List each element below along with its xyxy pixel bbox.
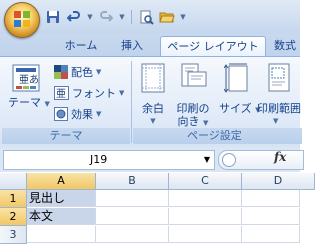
- name-box[interactable]: J19 ▼: [3, 150, 215, 170]
- svg-text:亜: 亜: [56, 89, 66, 100]
- themes-label: テーマ ▼: [8, 96, 50, 109]
- page-setup-group-label: ページ設定: [133, 128, 302, 144]
- margins-label: 余白: [142, 102, 164, 115]
- print-area-icon: [268, 63, 290, 92]
- open-folder-icon[interactable]: [158, 8, 176, 26]
- column-header-a[interactable]: A: [27, 173, 96, 190]
- row-header-1[interactable]: 1: [0, 190, 27, 208]
- select-all-button[interactable]: [0, 173, 27, 190]
- fonts-button[interactable]: 亜 フォント ▼: [54, 84, 124, 102]
- redo-dropdown-icon[interactable]: ▼: [118, 8, 126, 26]
- cell-d1[interactable]: [242, 190, 300, 207]
- cell-b3[interactable]: [96, 226, 169, 243]
- cell-d2[interactable]: [242, 208, 300, 225]
- ribbon-tabs: ホーム 挿入 ページ レイアウト 数式: [0, 34, 300, 57]
- undo-dropdown-icon[interactable]: ▼: [86, 8, 94, 26]
- redo-icon[interactable]: [97, 8, 115, 26]
- name-box-dropdown-icon[interactable]: ▼: [204, 151, 210, 169]
- cell-b2[interactable]: [96, 208, 169, 225]
- print-area-button[interactable]: 印刷範囲 ▼: [257, 63, 317, 128]
- effects-label: 効果: [71, 108, 93, 121]
- office-button[interactable]: [4, 2, 40, 38]
- themes-group: 亜あ テーマ ▼ 配色 ▼ 亜 フォント ▼ 効果 ▼ テーマ: [2, 60, 130, 144]
- svg-text:亜あ: 亜あ: [19, 74, 39, 86]
- margins-dropdown-icon: ▼: [150, 117, 156, 125]
- cell-c3[interactable]: [169, 226, 242, 243]
- worksheet-grid: A B C D 1 2 3 見出し 本文: [0, 173, 315, 250]
- colors-icon: [54, 65, 68, 79]
- print-area-label: 印刷範囲: [257, 102, 301, 115]
- quick-access-toolbar: ▼ ▼ ▼: [44, 6, 187, 28]
- size-icon: [223, 63, 248, 93]
- save-icon[interactable]: [44, 8, 62, 26]
- margins-button[interactable]: 余白 ▼: [135, 63, 171, 128]
- group-separator: [131, 61, 132, 143]
- cell-d3[interactable]: [242, 226, 300, 243]
- effects-button[interactable]: 効果 ▼: [54, 105, 101, 123]
- row-header-3[interactable]: 3: [0, 226, 27, 244]
- fonts-label: フォント: [72, 87, 116, 100]
- colors-button[interactable]: 配色 ▼: [54, 63, 101, 81]
- name-box-value: J19: [90, 153, 108, 166]
- margins-icon: [141, 63, 165, 93]
- qat-separator: [131, 10, 132, 24]
- cell-a2[interactable]: 本文: [27, 208, 96, 225]
- print-area-dropdown-icon: ▼: [273, 117, 279, 125]
- cell-c2[interactable]: [169, 208, 242, 225]
- effects-icon: [54, 107, 68, 121]
- ribbon: 亜あ テーマ ▼ 配色 ▼ 亜 フォント ▼ 効果 ▼ テーマ 余白 ▼ 印刷の…: [0, 56, 302, 148]
- qat-customize-icon[interactable]: ▼: [179, 8, 187, 26]
- cell-a1[interactable]: 見出し: [27, 190, 96, 207]
- themes-icon: 亜あ: [12, 64, 40, 92]
- tab-home[interactable]: ホーム: [55, 36, 107, 56]
- print-preview-icon[interactable]: [137, 8, 155, 26]
- tab-formulas[interactable]: 数式: [274, 36, 314, 56]
- cell-b1[interactable]: [96, 190, 169, 207]
- themes-button[interactable]: 亜あ テーマ ▼: [8, 63, 50, 111]
- orientation-button[interactable]: 印刷の 向き ▼: [171, 63, 215, 130]
- insert-function-button[interactable]: fx: [274, 150, 286, 164]
- tab-page-layout[interactable]: ページ レイアウト: [160, 36, 266, 57]
- size-label: サイズ ▼: [219, 102, 261, 115]
- undo-icon[interactable]: [65, 8, 83, 26]
- orientation-label-1: 印刷の: [176, 102, 210, 115]
- office-logo-icon: [14, 11, 30, 27]
- formula-bar: J19 ▼ fx: [0, 147, 304, 172]
- cell-c1[interactable]: [169, 190, 242, 207]
- row-header-2[interactable]: 2: [0, 208, 27, 226]
- themes-group-label: テーマ: [2, 128, 130, 144]
- column-header-c[interactable]: C: [169, 173, 242, 190]
- orientation-icon: [181, 63, 207, 87]
- fonts-icon: 亜: [54, 86, 69, 100]
- title-bar: ▼ ▼ ▼: [0, 0, 300, 38]
- formula-bar-resize-handle[interactable]: [222, 153, 236, 167]
- page-setup-group: 余白 ▼ 印刷の 向き ▼ サイズ ▼ 印刷範囲 ▼ ページ設定: [133, 60, 302, 144]
- cell-a3[interactable]: [27, 226, 96, 243]
- column-header-b[interactable]: B: [96, 173, 169, 190]
- colors-label: 配色: [71, 66, 93, 79]
- column-header-d[interactable]: D: [242, 173, 315, 190]
- tab-insert[interactable]: 挿入: [110, 36, 154, 56]
- size-button[interactable]: サイズ ▼: [219, 63, 261, 117]
